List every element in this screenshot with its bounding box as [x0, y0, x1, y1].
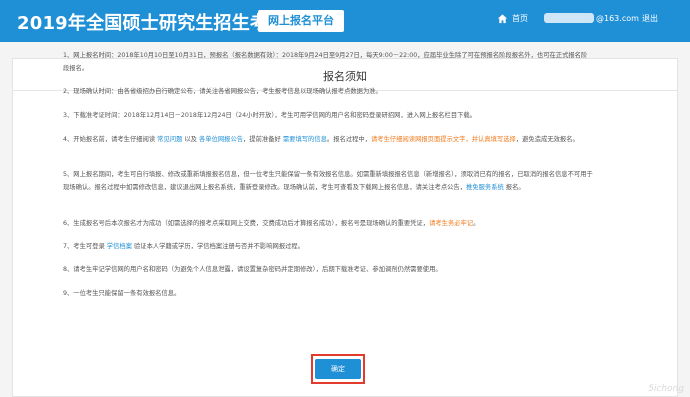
notice-text: 。报名过程中，	[326, 136, 371, 143]
notice-link[interactable]: 需要填写的信息	[283, 136, 327, 143]
notice-text: ，提前准备好	[243, 136, 283, 143]
notice-text: 8、请考生牢记学信网的用户名和密码（为避免个人信息泄露，请设置复杂密码并定期修改…	[63, 266, 442, 273]
notice-item-8: 8、请考生牢记学信网的用户名和密码（为避免个人信息泄露，请设置复杂密码并定期修改…	[63, 264, 593, 277]
top-bar: 2019年全国硕士研究生招生考试 网上报名平台 首页 @163.com 退出	[0, 0, 690, 42]
notice-item-1: 1、网上报名时间：2018年10月10日至10月31日，预报名（报名数据有效）：…	[63, 50, 593, 75]
notice-item-5: 5、网上报名期间，考生可自行填报、修改或重新填报报名信息，但一位考生只能保留一条…	[63, 169, 593, 194]
notice-text: ，避免造成无效报名。	[515, 136, 579, 143]
notice-item-3: 3、下载准考证时间：2018年12月14日－2018年12月24日（24小时开放…	[63, 110, 593, 123]
user-email: @163.com	[544, 13, 639, 23]
home-icon[interactable]	[497, 13, 508, 24]
notice-text: 9、一位考生只能保留一条有效报名信息。	[63, 290, 181, 297]
confirm-button[interactable]: 确定	[315, 359, 361, 379]
notice-link[interactable]: 推免服务系统	[466, 184, 504, 191]
site-title: 2019年全国硕士研究生招生考试	[17, 13, 287, 34]
notice-text: 以及	[182, 136, 199, 143]
notice-item-2: 2、现场确认时间：由各省级招办自行确定公布，请关注各省网报公告，考生报考信息以现…	[63, 86, 593, 99]
notice-item-7: 7、考生可登录 学信档案 验证本人学籍或学历，学信档案注册与否并不影响网报过程。	[63, 241, 593, 254]
notice-text: 验证本人学籍或学历，学信档案注册与否并不影响网报过程。	[131, 243, 305, 250]
warning-text: 请考生仔细阅读网报页面提示文字，并认真填写选择	[371, 136, 516, 143]
notice-item-4: 4、开始报名前，请考生仔细阅读 常见问题 以及 各单位网报公告，提前准备好 需要…	[63, 134, 593, 147]
notice-item-9: 9、一位考生只能保留一条有效报名信息。	[63, 288, 593, 301]
warning-text: 请考生务必牢记	[429, 220, 474, 227]
notice-text: 报名。	[503, 183, 525, 191]
notice-item-6: 6、生成报名号后本次报名才为成功（如需选择的报考点采取网上交费，交费成功后才算报…	[63, 218, 593, 231]
email-redaction	[544, 13, 594, 23]
email-suffix: @163.com	[596, 13, 639, 23]
watermark: 5ichong	[648, 384, 684, 394]
notice-link[interactable]: 各单位网报公告	[199, 136, 243, 143]
platform-badge: 网上报名平台	[258, 10, 344, 32]
logout-link[interactable]: 退出	[642, 13, 658, 24]
nav-home-link[interactable]: 首页	[512, 13, 528, 24]
notice-text: 6、生成报名号后本次报名才为成功（如需选择的报考点采取网上交费，交费成功后才算报…	[63, 220, 430, 227]
notice-text: 。	[473, 220, 480, 227]
notice-link[interactable]: 常见问题	[157, 136, 182, 143]
notice-text: 3、下载准考证时间：2018年12月14日－2018年12月24日（24小时开放…	[63, 112, 477, 119]
notice-text: 2、现场确认时间：由各省级招办自行确定公布，请关注各省网报公告，考生报考信息以现…	[63, 88, 382, 95]
notice-text: 1、网上报名时间：2018年10月10日至10月31日，预报名（报名数据有效）：…	[63, 52, 588, 72]
notice-link[interactable]: 学信档案	[107, 243, 132, 250]
notice-text: 4、开始报名前，请考生仔细阅读	[63, 136, 158, 143]
notice-text: 7、考生可登录	[63, 243, 107, 250]
